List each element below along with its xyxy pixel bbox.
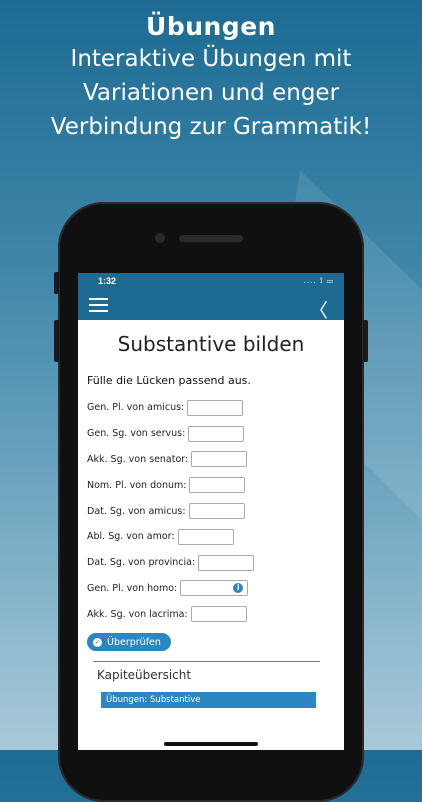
answer-input[interactable]	[188, 425, 245, 442]
answer-input[interactable]	[190, 606, 247, 623]
section-divider	[93, 661, 320, 663]
side-button-left-2	[54, 320, 59, 362]
exercise-row: Akk. Sg. von lacrima:	[87, 601, 344, 627]
exercise-label: Akk. Sg. von senator:	[87, 453, 189, 465]
exercise-label: Dat. Sg. von amicus:	[87, 505, 186, 517]
exercise-row: Dat. Sg. von amicus:	[87, 498, 344, 524]
exercise-row: Nom. Pl. von donum:	[87, 472, 344, 498]
exercise-row: Abl. Sg. von amor:	[87, 524, 344, 550]
exercise-row: Dat. Sg. von provincia:	[87, 550, 344, 576]
exercise-label: Gen. Sg. von servus:	[87, 428, 186, 440]
answer-input[interactable]	[191, 451, 248, 468]
exercise-label: Akk. Sg. von lacrima:	[87, 608, 188, 620]
promo-subtitle-line-1: Interaktive Übungen mit	[70, 46, 352, 72]
exercise-label: Dat. Sg. von provincia:	[87, 557, 196, 569]
exercise-instruction: Fülle die Lücken passend aus.	[87, 374, 251, 387]
side-button-left-1	[54, 272, 59, 294]
status-bar: 1:32 .... ⟟ ▭	[78, 273, 344, 290]
exercise-label: Abl. Sg. von amor:	[87, 531, 175, 543]
exercise-row: Akk. Sg. von senator:	[87, 447, 344, 473]
exercise-label: Nom. Pl. von donum:	[87, 479, 187, 491]
earpiece-speaker	[179, 235, 243, 242]
answer-input[interactable]	[177, 528, 234, 545]
status-icons: .... ⟟ ▭	[303, 276, 334, 285]
answer-input[interactable]	[187, 399, 244, 416]
answer-input[interactable]	[189, 477, 246, 494]
answer-input-wrapper: i	[177, 580, 249, 597]
check-answers-button[interactable]: ✓ Überprüfen	[87, 633, 171, 652]
exercise-label: Gen. Pl. von amicus:	[87, 402, 185, 414]
exercise-row: Gen. Sg. von servus:	[87, 421, 344, 447]
exercise-row: Gen. Pl. von homo: i	[87, 576, 344, 602]
app-screen: 1:32 .... ⟟ ▭ 〈 Substantive bilden Fülle…	[78, 273, 344, 750]
chapter-item-substantive[interactable]: Übungen: Substantive	[101, 692, 316, 709]
exercise-label: Gen. Pl. von homo:	[87, 582, 178, 594]
promo-headline: Übungen Interaktive Übungen mit Variatio…	[0, 12, 422, 143]
exercise-row: Gen. Pl. von amicus:	[87, 395, 344, 421]
nav-bar: 〈	[78, 290, 344, 323]
page-title: Substantive bilden	[117, 332, 305, 356]
check-button-label: Überprüfen	[107, 636, 161, 648]
promo-title: Übungen	[146, 12, 276, 41]
chevron-left-icon[interactable]: 〈	[309, 296, 328, 323]
answer-input[interactable]	[198, 554, 255, 571]
menu-icon[interactable]	[89, 298, 108, 312]
status-time: 1:32	[98, 276, 117, 286]
check-circle-icon: ✓	[93, 637, 102, 647]
promo-subtitle-line-2: Variationen und enger	[82, 80, 340, 106]
promo-subtitle-line-3: Verbindung zur Grammatik!	[50, 114, 372, 140]
front-camera	[155, 233, 165, 243]
chapter-overview-title: Kapiteübersicht	[97, 668, 192, 683]
home-indicator	[164, 742, 258, 746]
answer-input[interactable]	[188, 503, 245, 520]
side-button-right	[363, 320, 368, 362]
exercise-content: Fülle die Lücken passend aus. Gen. Pl. v…	[78, 374, 344, 652]
